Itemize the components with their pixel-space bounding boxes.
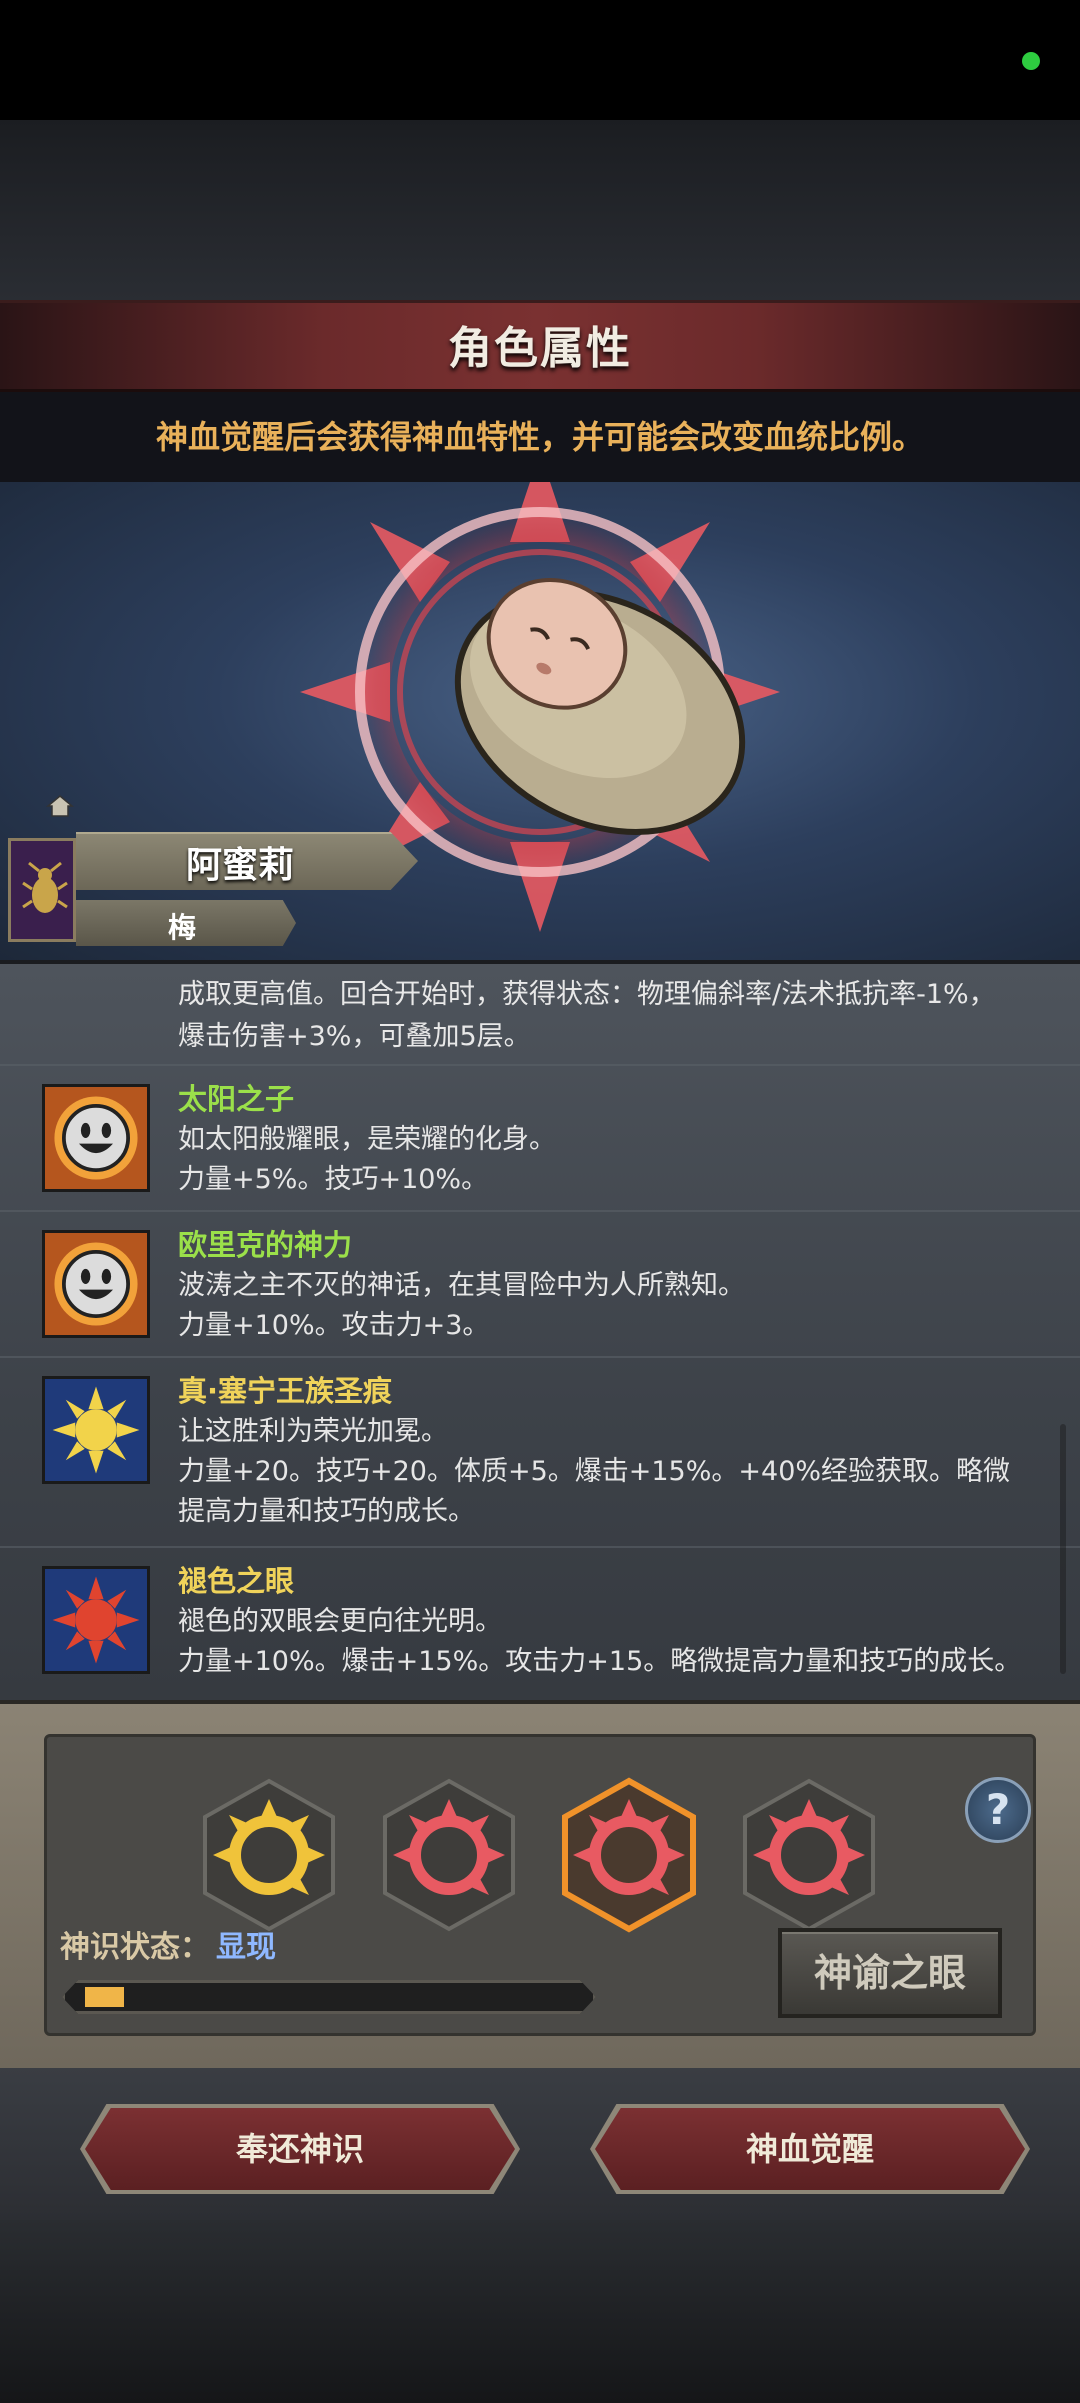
trait-item-faded-eye[interactable]: 褪色之眼 褪色的双眼会更向往光明。 力量+10%。爆击+15%。攻击力+15。略… — [0, 1546, 1080, 1692]
trait-desc-line: 提高力量和技巧的成长。 — [178, 1496, 475, 1527]
action-bar: 奉还神识 神血觉醒 — [0, 2068, 1080, 2220]
trait-item-euric-power[interactable]: 欧里克的神力 波涛之主不灭的神话，在其冒险中为人所熟知。 力量+10%。攻击力+… — [0, 1210, 1080, 1356]
trait-item-sun-child[interactable]: 太阳之子 如太阳般耀眼，是荣耀的化身。 力量+5%。技巧+10%。 — [0, 1064, 1080, 1210]
top-background — [0, 120, 1080, 300]
oracle-eye-button[interactable]: 神谕之眼 — [778, 1928, 1002, 2018]
page-title: 角色属性 — [448, 323, 632, 374]
trait-description: 让这胜利为荣光加冕。 力量+20。技巧+20。体质+5。爆击+15%。+40%经… — [178, 1412, 1038, 1532]
house-icon — [46, 795, 74, 817]
character-subtitle: 梅 — [168, 911, 197, 944]
trait-continuation: 成取更高值。回合开始时，获得状态：物理偏斜率/法术抵抗率-1%， 爆击伤害+3%… — [178, 974, 1038, 1058]
return-divinity-label: 奉还神识 — [235, 2130, 364, 2168]
trait-continuation-line: 成取更高值。回合开始时，获得状态：物理偏斜率/法术抵抗率-1%， — [178, 979, 996, 1010]
trait-desc-line: 褪色的双眼会更向往光明。 — [178, 1606, 502, 1637]
trait-desc-line: 如太阳般耀眼，是荣耀的化身。 — [178, 1124, 556, 1155]
oracle-eye-label: 神谕之眼 — [813, 1951, 966, 1995]
trait-desc-line: 力量+20。技巧+20。体质+5。爆击+15%。+40%经验获取。略微 — [178, 1456, 1011, 1487]
trait-list[interactable]: 成取更高值。回合开始时，获得状态：物理偏斜率/法术抵抗率-1%， 爆击伤害+3%… — [0, 960, 1080, 1700]
character-name: 阿蜜莉 — [186, 845, 295, 886]
divine-blood-awaken-label: 神血觉醒 — [745, 2130, 874, 2168]
divine-state-label: 神识状态： — [60, 1930, 210, 1965]
scrollbar[interactable] — [1060, 1424, 1066, 1674]
return-divinity-button[interactable]: 奉还神识 — [85, 2108, 515, 2190]
trait-description: 波涛之主不灭的神话，在其冒险中为人所熟知。 力量+10%。攻击力+3。 — [178, 1266, 1038, 1346]
status-bar — [0, 0, 1080, 120]
divine-blood-awaken-button[interactable]: 神血觉醒 — [595, 2108, 1025, 2190]
trait-desc-line: 力量+10%。爆击+15%。攻击力+15。略微提高力量和技巧的成长。 — [178, 1646, 1022, 1677]
divine-progress-bar — [62, 1980, 596, 2014]
divine-state-value: 显现 — [216, 1930, 276, 1965]
trait-title: 真·塞宁王族圣痕 — [178, 1374, 393, 1408]
golden-sun-icon — [42, 1376, 150, 1484]
trait-item-senin-stigmata[interactable]: 真·塞宁王族圣痕 让这胜利为荣光加冕。 力量+20。技巧+20。体质+5。爆击+… — [0, 1356, 1080, 1546]
red-sigil-slot-icon[interactable] — [739, 1777, 879, 1933]
divine-progress-fill — [85, 1987, 124, 2007]
red-sigil-slot-icon[interactable] — [379, 1777, 519, 1933]
hint-bar: 神血觉醒后会获得神血特性，并可能会改变血统比例。 — [0, 392, 1080, 482]
trait-title: 欧里克的神力 — [178, 1228, 353, 1262]
smiley-sun-icon — [42, 1230, 150, 1338]
selected-red-sigil-slot-icon[interactable] — [559, 1777, 699, 1933]
trait-desc-line: 力量+10%。攻击力+3。 — [178, 1310, 490, 1341]
title-bar: 角色属性 — [0, 300, 1080, 392]
trait-title: 褪色之眼 — [178, 1564, 295, 1598]
gold-sigil-slot-icon[interactable] — [199, 1777, 339, 1933]
trait-desc-line: 力量+5%。技巧+10%。 — [178, 1164, 489, 1195]
trait-title: 太阳之子 — [178, 1082, 295, 1116]
trait-continuation-line: 爆击伤害+3%，可叠加5层。 — [178, 1021, 531, 1052]
help-icon[interactable]: ? — [965, 1777, 1031, 1843]
trait-description: 褪色的双眼会更向往光明。 力量+10%。爆击+15%。攻击力+15。略微提高力量… — [178, 1602, 1038, 1682]
trait-desc-line: 让这胜利为荣光加冕。 — [178, 1416, 448, 1447]
bottom-background — [0, 2220, 1080, 2403]
trait-desc-line: 波涛之主不灭的神话，在其冒险中为人所熟知。 — [178, 1270, 745, 1301]
hint-text: 神血觉醒后会获得神血特性，并可能会改变血统比例。 — [155, 418, 924, 456]
beetle-emblem-icon — [22, 861, 68, 913]
smiley-sun-icon — [42, 1084, 150, 1192]
camera-indicator-icon — [1022, 52, 1040, 70]
trait-description: 如太阳般耀眼，是荣耀的化身。 力量+5%。技巧+10%。 — [178, 1120, 1038, 1200]
character-crest — [8, 838, 76, 942]
red-sun-icon — [42, 1566, 150, 1674]
